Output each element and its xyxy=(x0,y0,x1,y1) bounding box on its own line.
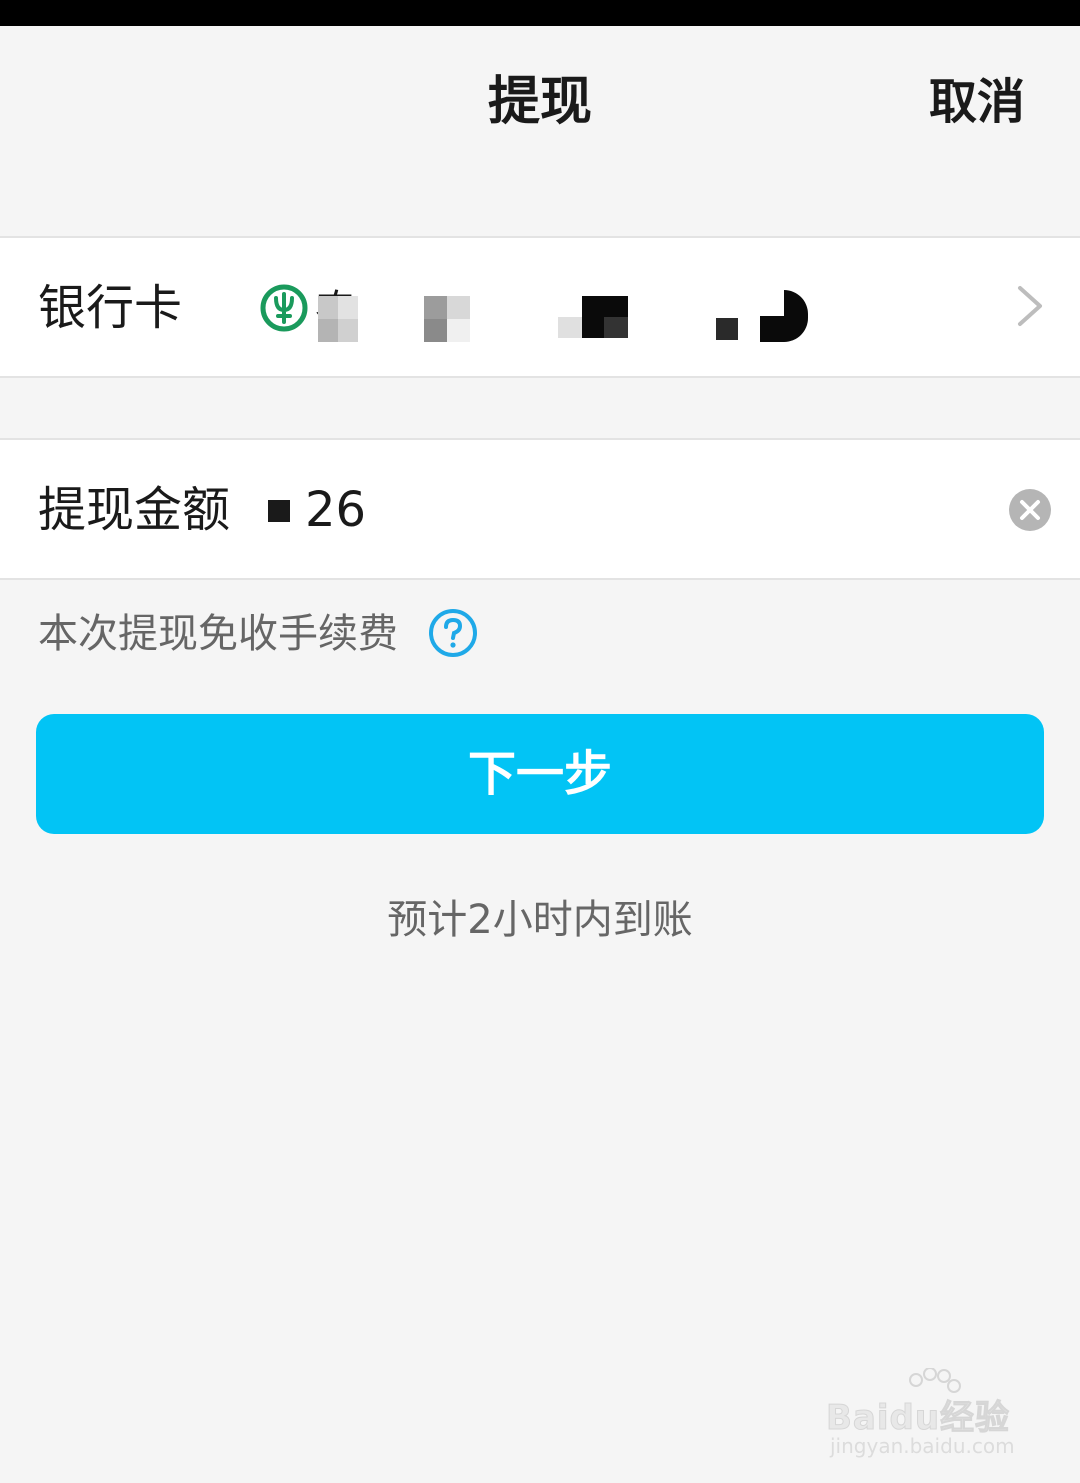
redacted-mosaic xyxy=(558,296,628,338)
watermark-sub: jingyan.baidu.com xyxy=(830,1434,1015,1458)
status-bar xyxy=(0,0,1080,26)
redacted-mosaic xyxy=(716,318,738,340)
redacted-mosaic xyxy=(268,500,290,522)
clear-circle-icon[interactable] xyxy=(1008,488,1052,532)
withdraw-amount-input[interactable]: 26 xyxy=(305,478,366,542)
watermark-main: Baidu经验 xyxy=(825,1398,1011,1439)
redacted-mosaic xyxy=(318,296,358,342)
redacted-mosaic xyxy=(760,290,808,342)
cancel-button[interactable]: 取消 xyxy=(929,70,1025,134)
baidu-watermark: Baidu经验 jingyan.baidu.com xyxy=(825,1368,1026,1468)
fee-note: 本次提现免收手续费 xyxy=(38,611,398,657)
page-title: 提现 xyxy=(487,72,592,132)
withdraw-amount-label: 提现金额 xyxy=(38,482,231,538)
question-circle-icon[interactable] xyxy=(428,608,478,658)
next-step-button[interactable]: 下一步 xyxy=(36,714,1044,834)
bank-logo-icon xyxy=(260,284,308,332)
bank-card-row[interactable]: 银行卡 农 xyxy=(0,236,1080,378)
navigation-bar: 提现 取消 xyxy=(0,26,1080,196)
bank-card-label: 银行卡 xyxy=(38,280,183,336)
chevron-right-icon xyxy=(1018,286,1042,326)
withdraw-amount-row: 提现金额 26 xyxy=(0,438,1080,580)
redacted-mosaic xyxy=(424,296,470,342)
arrival-estimate-note: 预计2小时内到账 xyxy=(387,897,693,943)
